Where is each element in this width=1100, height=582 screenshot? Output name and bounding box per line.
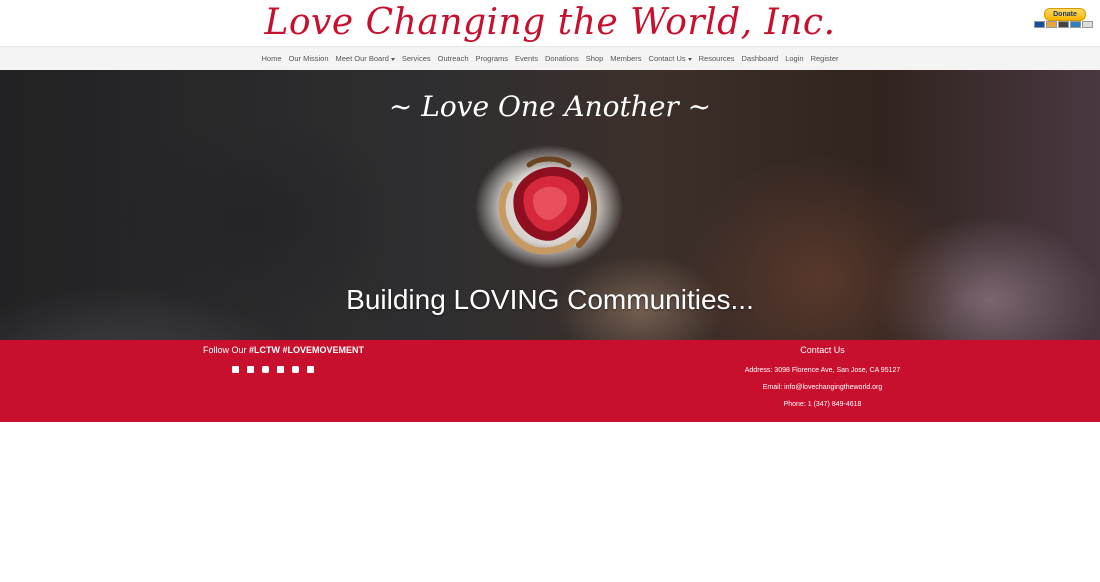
nav-item-resources[interactable]: Resources xyxy=(699,54,735,63)
nav-item-label: Home xyxy=(261,54,282,63)
main-nav: Home Our Mission Meet Our Board Services… xyxy=(0,46,1100,71)
nav-item-outreach[interactable]: Outreach xyxy=(438,54,469,63)
nav-item-label: Resources xyxy=(698,54,735,63)
nav-item-label: Donations xyxy=(544,54,579,63)
nav-item-label: Services xyxy=(401,54,431,63)
caret-down-icon xyxy=(390,57,395,61)
nav-item-programs[interactable]: Programs xyxy=(476,54,509,63)
nav-item-meet-our-board[interactable]: Meet Our Board xyxy=(336,54,395,63)
bank-card-icon xyxy=(1082,21,1093,28)
contact-phone[interactable]: Phone: 1 (347) 849-4618 xyxy=(700,401,945,408)
nav-item-label: Meet Our Board xyxy=(335,54,389,63)
nav-item-label: Outreach xyxy=(437,54,469,63)
brand-title[interactable]: Love Changing the World, Inc. xyxy=(0,3,1100,43)
linkedin-icon[interactable] xyxy=(277,366,284,373)
follow-prefix: Follow Our xyxy=(203,345,250,355)
amex-card-icon xyxy=(1070,21,1081,28)
follow-heading: Follow Our #LCTW #LOVEMOVEMENT xyxy=(203,345,364,355)
site-header: Love Changing the World, Inc. Donate xyxy=(0,0,1100,46)
nav-item-events[interactable]: Events xyxy=(515,54,538,63)
nav-item-our-mission[interactable]: Our Mission xyxy=(289,54,329,63)
nav-item-label: Dashboard xyxy=(741,54,779,63)
nav-item-donations[interactable]: Donations xyxy=(545,54,579,63)
nav-item-members[interactable]: Members xyxy=(610,54,641,63)
site-footer: Follow Our #LCTW #LOVEMOVEMENT Contact U… xyxy=(0,340,1100,422)
contact-email[interactable]: Email: info@lovechangingtheworld.org xyxy=(700,384,945,391)
mastercard-icon xyxy=(1046,21,1057,28)
discover-card-icon xyxy=(1058,21,1069,28)
nav-item-dashboard[interactable]: Dashboard xyxy=(742,54,779,63)
social-links xyxy=(232,366,314,373)
hero-banner: ~ Love One Another ~ Building LOVING Com… xyxy=(0,70,1100,340)
nav-item-shop[interactable]: Shop xyxy=(586,54,604,63)
donate-button[interactable]: Donate xyxy=(1044,8,1086,21)
nav-item-login[interactable]: Login xyxy=(785,54,803,63)
nav-item-label: Programs xyxy=(475,54,509,63)
instagram-icon[interactable] xyxy=(262,366,269,373)
contact-address: Address: 3098 Florence Ave, San Jose, CA… xyxy=(744,367,901,374)
visa-card-icon xyxy=(1034,21,1045,28)
payment-cards xyxy=(1034,21,1094,29)
donate-widget: Donate xyxy=(1034,8,1094,30)
heart-hands-emblem-icon xyxy=(475,145,623,269)
nav-item-label: Contact Us xyxy=(648,54,686,63)
nav-item-label: Our Mission xyxy=(288,54,329,63)
follow-hashtags: #LCTW #LOVEMOVEMENT xyxy=(249,345,365,355)
nav-item-label: Events xyxy=(515,54,538,63)
nav-item-contact-us[interactable]: Contact Us xyxy=(649,54,692,63)
nav-item-home[interactable]: Home xyxy=(261,54,281,63)
facebook-icon[interactable] xyxy=(232,366,239,373)
twitter-icon[interactable] xyxy=(247,366,254,373)
caret-down-icon xyxy=(687,57,692,61)
hero-tagline: ~ Love One Another ~ xyxy=(388,90,712,123)
nav-item-label: Shop xyxy=(585,54,604,63)
youtube-icon[interactable] xyxy=(292,366,299,373)
nav-item-register[interactable]: Register xyxy=(811,54,839,63)
hero-title: Building LOVING Communities... xyxy=(346,284,754,315)
contact-heading: Contact Us xyxy=(800,345,845,355)
user-icon[interactable] xyxy=(307,366,314,373)
nav-item-label: Register xyxy=(810,54,839,63)
nav-item-services[interactable]: Services xyxy=(402,54,431,63)
nav-item-label: Members xyxy=(610,54,642,63)
nav-item-label: Login xyxy=(785,54,804,63)
